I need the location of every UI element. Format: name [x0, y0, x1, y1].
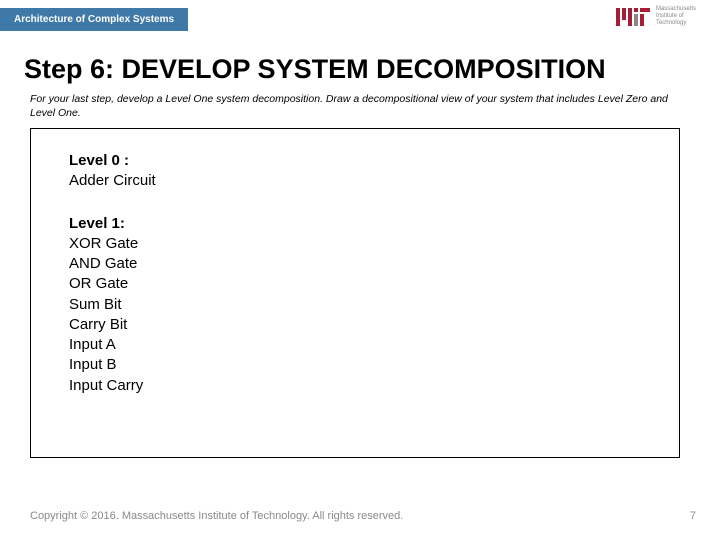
logo-text-line1: Massachusetts	[656, 6, 696, 13]
list-item: AND Gate	[69, 254, 641, 274]
logo-text-line2: Institute of	[656, 13, 696, 20]
list-item: Sum Bit	[69, 295, 641, 315]
logo-text-line3: Technology	[656, 20, 696, 27]
level0-block: Level 0 : Adder Circuit	[69, 151, 641, 192]
slide-title: Step 6: DEVELOP SYSTEM DECOMPOSITION	[24, 54, 606, 85]
content-box: Level 0 : Adder Circuit Level 1: XOR Gat…	[30, 128, 680, 458]
level0-label: Level 0 :	[69, 151, 641, 171]
page-number: 7	[690, 510, 696, 522]
level1-label: Level 1:	[69, 214, 641, 234]
copyright-text: Copyright © 2016. Massachusetts Institut…	[30, 510, 403, 522]
slide: Architecture of Complex Systems Massachu…	[0, 0, 720, 540]
header-tab: Architecture of Complex Systems	[0, 8, 188, 31]
mit-logo: Massachusetts Institute of Technology	[616, 6, 696, 27]
instructions-text: For your last step, develop a Level One …	[30, 92, 680, 120]
list-item: XOR Gate	[69, 234, 641, 254]
list-item: OR Gate	[69, 274, 641, 294]
mit-logo-mark	[616, 8, 650, 26]
list-item: Input B	[69, 355, 641, 375]
header-tab-label: Architecture of Complex Systems	[14, 14, 174, 25]
list-item: Input Carry	[69, 376, 641, 396]
list-item: Input A	[69, 335, 641, 355]
list-item: Carry Bit	[69, 315, 641, 335]
mit-logo-text: Massachusetts Institute of Technology	[656, 6, 696, 27]
level0-name: Adder Circuit	[69, 171, 641, 191]
level1-block: Level 1: XOR Gate AND Gate OR Gate Sum B…	[69, 214, 641, 396]
